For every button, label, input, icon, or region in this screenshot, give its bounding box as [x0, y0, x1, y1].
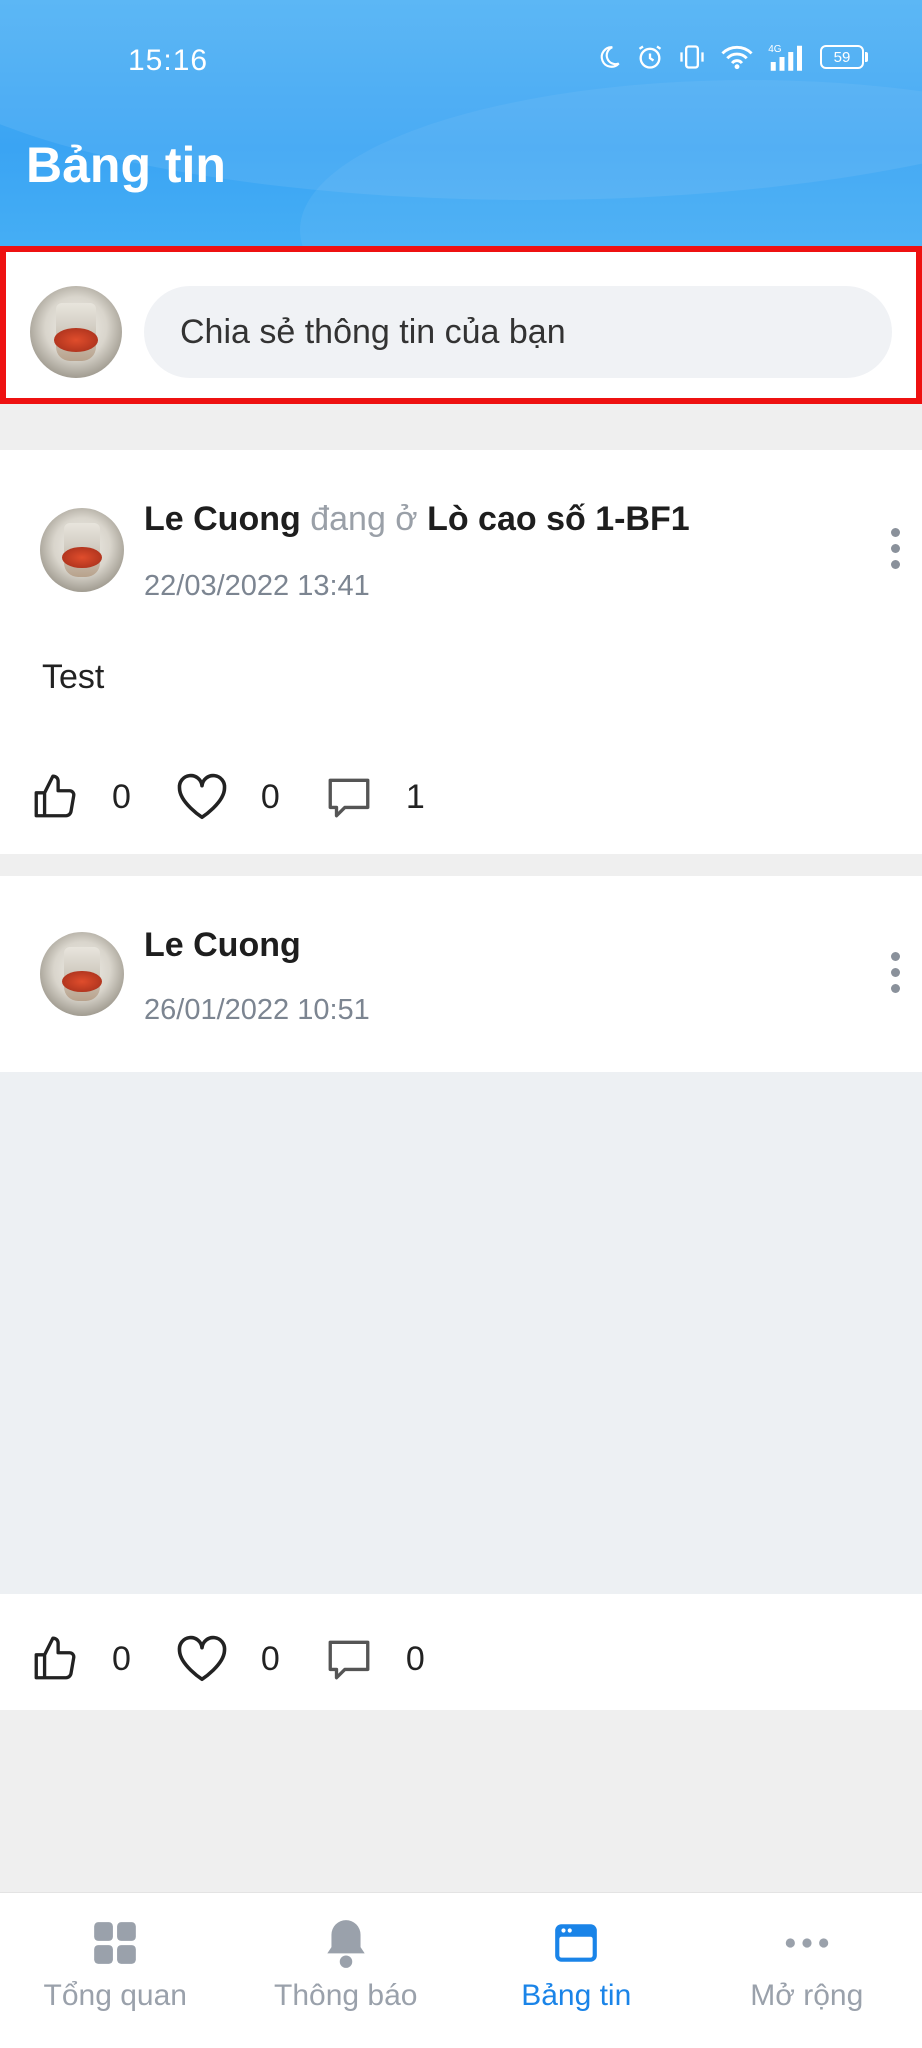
post-header: Le Cuong đang ở Lò cao số 1-BF1: [144, 500, 690, 539]
comment-button[interactable]: 1: [324, 772, 469, 822]
vibrate-icon: [680, 45, 704, 69]
author-avatar[interactable]: [40, 932, 124, 1016]
post-text: Test: [42, 658, 105, 696]
nav-item-newsfeed[interactable]: Bảng tin: [461, 1893, 692, 2048]
bottom-nav: Tổng quan Thông báo Bảng tin Mở rộng: [0, 1892, 922, 2048]
svg-text:4G: 4G: [768, 44, 782, 55]
comment-icon: [328, 1640, 370, 1680]
battery-level: 59: [820, 45, 864, 69]
battery-icon: 59: [820, 45, 868, 69]
nav-label: Bảng tin: [521, 1979, 632, 2012]
like-count: 0: [112, 777, 131, 816]
more-options-icon[interactable]: [891, 528, 900, 569]
wifi-icon: [721, 45, 753, 70]
nav-item-notifications[interactable]: Thông báo: [231, 1893, 462, 2048]
post-media-placeholder[interactable]: [0, 1072, 922, 1594]
status-icons: 4G 59: [596, 42, 868, 72]
user-avatar[interactable]: [30, 286, 122, 378]
nav-label: Thông báo: [274, 1979, 418, 2012]
like-count: 0: [112, 1639, 131, 1678]
header: 15:16 4G 59 Bảng tin: [0, 0, 922, 246]
author-name[interactable]: Le Cuong: [144, 500, 301, 538]
nav-item-more[interactable]: Mở rộng: [692, 1893, 922, 2048]
heart-count: 0: [260, 777, 280, 816]
status-time: 15:16: [128, 44, 209, 77]
author-avatar[interactable]: [40, 508, 124, 592]
heart-icon: [177, 773, 227, 820]
newsfeed-icon: [555, 1924, 598, 1962]
post-actions: 0 0 0: [30, 1634, 469, 1684]
post-card: Le Cuong đang ở Lò cao số 1-BF1 22/03/20…: [0, 450, 922, 854]
comment-count: 1: [405, 777, 425, 816]
heart-count: 0: [260, 1639, 280, 1678]
comment-button[interactable]: 0: [324, 1634, 469, 1684]
page-title: Bảng tin: [26, 137, 226, 193]
thumbs-up-icon: [34, 1636, 76, 1680]
post-actions: 0 0 1: [30, 772, 469, 822]
heart-button[interactable]: 0: [175, 772, 324, 822]
thumbs-up-icon: [34, 774, 76, 818]
like-button[interactable]: 0: [30, 772, 175, 822]
more-horizontal-icon: [785, 1938, 828, 1948]
signal-4g-icon: 4G: [768, 44, 802, 71]
post-composer: Chia sẻ thông tin của bạn: [0, 246, 922, 404]
comment-icon: [328, 778, 370, 818]
heart-icon: [177, 1635, 227, 1682]
nav-label: Tổng quan: [43, 1979, 187, 2012]
more-options-icon[interactable]: [891, 952, 900, 993]
author-name[interactable]: Le Cuong: [144, 926, 301, 964]
heart-button[interactable]: 0: [175, 1634, 324, 1684]
nav-label: Mở rộng: [750, 1979, 864, 2012]
like-button[interactable]: 0: [30, 1634, 175, 1684]
post-card: Le Cuong 26/01/2022 10:51 0 0 0: [0, 876, 922, 1710]
alarm-icon: [638, 45, 662, 69]
bell-icon: [327, 1920, 365, 1968]
nav-item-overview[interactable]: Tổng quan: [0, 1893, 231, 2048]
location-prefix: đang ở: [310, 500, 418, 538]
comment-count: 0: [405, 1639, 425, 1678]
post-timestamp: 22/03/2022 13:41: [144, 570, 370, 602]
share-input[interactable]: Chia sẻ thông tin của bạn: [144, 286, 892, 378]
grid-icon: [94, 1922, 137, 1964]
location-name[interactable]: Lò cao số 1-BF1: [427, 500, 690, 538]
post-timestamp: 26/01/2022 10:51: [144, 994, 370, 1026]
moon-icon: [600, 46, 620, 68]
post-header: Le Cuong: [144, 926, 301, 965]
